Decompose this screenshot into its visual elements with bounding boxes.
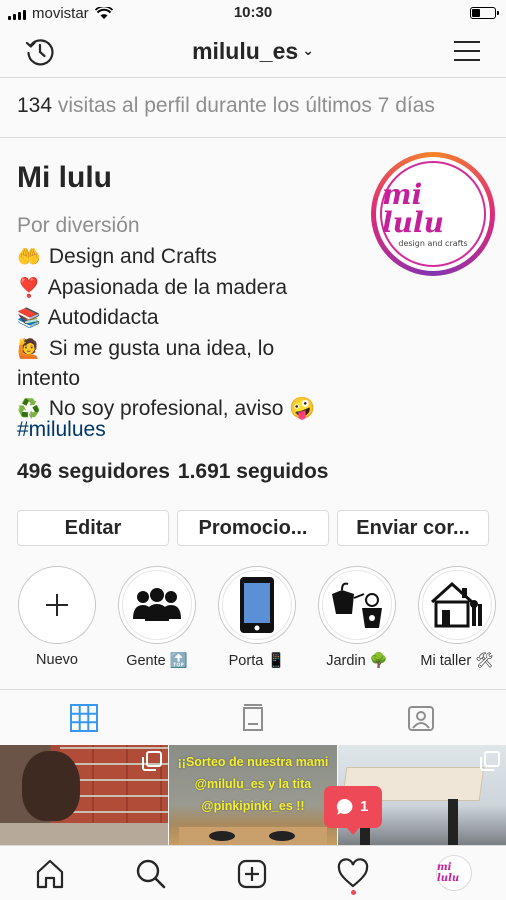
highlight-gente[interactable]: Gente 🔝: [117, 566, 197, 669]
highlight-label: Jardin 🌳: [326, 653, 388, 669]
visits-count: 134: [17, 94, 53, 117]
highlight-label: Mi taller 🛠: [420, 653, 494, 669]
highlight-cover: [122, 570, 192, 640]
board-hole: [269, 831, 295, 841]
clock: 10:30: [233, 4, 273, 21]
bio-line: 🙋 Si me gusta una idea, lo: [17, 334, 357, 365]
highlight-label: Gente 🔝: [126, 653, 188, 669]
highlight-circle: [118, 566, 196, 644]
heart-emoji: ❣️: [17, 277, 41, 299]
bio-text: Apasionada de la madera: [47, 275, 288, 299]
post-thumbnail[interactable]: ¡¡Sorteo de nuestra mami @milulu_es y la…: [169, 745, 337, 845]
bio-line: 🤲 Design and Crafts: [17, 242, 357, 273]
raising-hand-emoji: 🙋: [17, 338, 41, 360]
caption-line: @pinkipinki_es !!: [201, 799, 305, 813]
promotions-button[interactable]: Promocio...: [177, 510, 329, 546]
people-icon: [133, 588, 181, 621]
highlight-porta[interactable]: Porta 📱: [217, 566, 297, 669]
dog-photo: [22, 751, 80, 821]
workshop-icon: [430, 581, 482, 628]
highlight-new[interactable]: Nuevo: [17, 566, 97, 668]
profile-tabs: [0, 689, 506, 745]
bio-text: No soy profesional, aviso 🤪: [48, 396, 316, 420]
hashtag-link[interactable]: #milulues: [17, 418, 106, 442]
logo-text: mi lulu: [382, 177, 444, 239]
menu-icon[interactable]: [454, 40, 480, 62]
highlight-circle: [218, 566, 296, 644]
bio-line: 📚 Autodidacta: [17, 303, 357, 334]
profile-name: Mi lulu: [17, 161, 112, 194]
profile-stats: 496 seguidores 1.691 seguidos: [17, 460, 328, 484]
profile-bio: 🤲 Design and Crafts ❣️ Apasionada de la …: [17, 242, 357, 424]
profile-tab-logo: mi lulu: [437, 862, 460, 884]
bio-line: ❣️ Apasionada de la madera: [17, 273, 357, 304]
battery-icon: [470, 7, 499, 19]
books-emoji: 📚: [17, 308, 41, 329]
profile-visits-banner[interactable]: 134 visitas al perfil durante los último…: [0, 78, 506, 138]
plus-icon: [46, 594, 68, 616]
top-nav: milulu_es ⌄: [0, 26, 506, 78]
highlight-circle: [318, 566, 396, 644]
garden-icon: [332, 582, 382, 628]
carousel-icon: [142, 751, 162, 771]
comment-icon: [336, 798, 353, 815]
table-leg: [448, 799, 458, 845]
highlight-circle: [418, 566, 496, 644]
wood-board: [179, 827, 327, 845]
grid-icon[interactable]: [70, 704, 98, 732]
bio-text: Si me gusta una idea, lo: [48, 336, 275, 360]
caption-line: @milulu_es y la tita: [194, 777, 312, 791]
highlight-circle: [18, 566, 96, 644]
igtv-book-icon[interactable]: [239, 704, 267, 732]
bottom-tab-bar: [0, 845, 506, 900]
highlight-taller[interactable]: Mi taller 🛠: [417, 566, 497, 669]
following-count[interactable]: 1.691 seguidos: [178, 460, 329, 483]
battery-fill: [472, 9, 481, 17]
bio-line: intento: [17, 364, 357, 394]
board-hole: [209, 831, 235, 841]
status-bar: movistar 10:30: [0, 0, 506, 26]
highlight-cover: [422, 570, 492, 640]
carousel-icon: [480, 751, 500, 771]
highlight-cover: [222, 570, 292, 640]
post-grid: ¡¡Sorteo de nuestra mami @milulu_es y la…: [0, 745, 506, 845]
highlight-jardin[interactable]: Jardin 🌳: [317, 566, 397, 669]
highlight-label: Porta 📱: [228, 653, 286, 669]
account-switcher[interactable]: milulu_es ⌄: [0, 38, 506, 65]
activity-heart-icon[interactable]: [337, 858, 369, 890]
search-icon[interactable]: [135, 858, 167, 890]
avatar-frame: mi lulu design and crafts: [376, 157, 490, 271]
phone-icon: [240, 577, 274, 633]
logo-subtext: design and crafts: [398, 238, 468, 248]
home-icon[interactable]: [34, 858, 66, 890]
profile-category: Por diversión: [17, 214, 140, 237]
bio-text: Design and Crafts: [48, 245, 217, 268]
followers-count[interactable]: 496 seguidores: [17, 460, 170, 483]
chevron-down-icon: ⌄: [302, 42, 314, 58]
profile-avatar[interactable]: mi lulu design and crafts: [371, 152, 495, 276]
caption-line: ¡¡Sorteo de nuestra mami: [177, 755, 329, 769]
activity-notification-badge[interactable]: 1: [324, 786, 382, 835]
activity-dot: [351, 890, 356, 895]
username-title: milulu_es: [192, 38, 299, 64]
avatar-logo: mi lulu design and crafts: [380, 161, 486, 267]
bio-text: Autodidacta: [47, 306, 159, 329]
send-email-button[interactable]: Enviar cor...: [337, 510, 489, 546]
profile-tab-avatar[interactable]: mi lulu: [436, 855, 472, 891]
new-post-icon[interactable]: [236, 858, 268, 890]
hands-emoji: 🤲: [17, 247, 41, 268]
highlight-label: Nuevo: [36, 652, 78, 668]
post-thumbnail[interactable]: [0, 745, 168, 845]
floor: [0, 823, 168, 845]
notification-count: 1: [360, 798, 369, 815]
edit-profile-button[interactable]: Editar: [17, 510, 169, 546]
tagged-icon[interactable]: [407, 704, 435, 732]
visits-text: visitas al perfil durante los últimos 7 …: [52, 94, 435, 117]
post-caption-overlay: ¡¡Sorteo de nuestra mami @milulu_es y la…: [169, 751, 337, 817]
highlight-cover: [322, 570, 392, 640]
bio-text: intento: [17, 367, 81, 390]
